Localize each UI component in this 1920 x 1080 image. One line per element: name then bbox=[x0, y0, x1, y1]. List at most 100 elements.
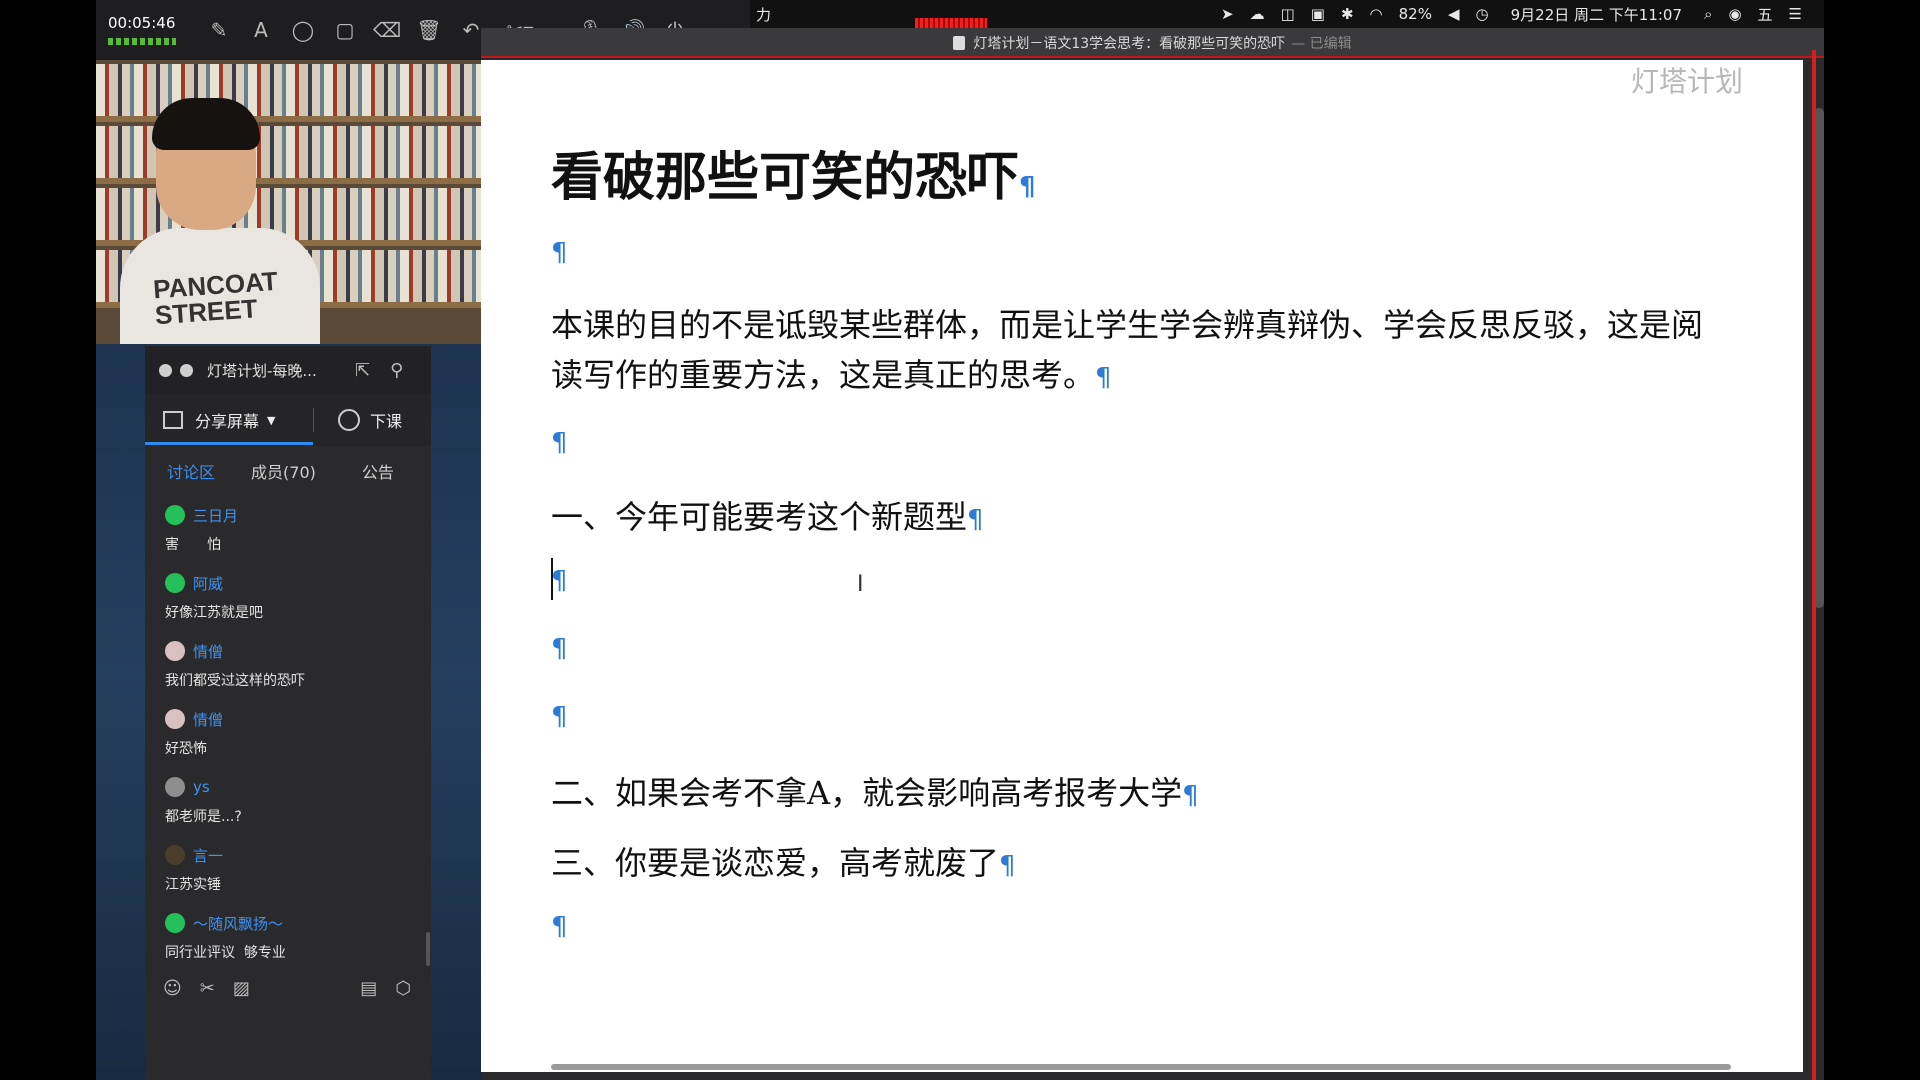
empty-paragraph[interactable]: ¶ bbox=[551, 634, 568, 664]
notification-center-icon[interactable]: ☰ bbox=[1781, 5, 1810, 23]
message-text: 好恐怖 bbox=[165, 741, 207, 757]
intro-text: 本课的目的不是诋毁某些群体，而是让学生学会辨真辩伪、学会反思反驳，这是阅读写作的… bbox=[551, 306, 1704, 394]
share-screen-icon bbox=[163, 411, 183, 429]
bluetooth-icon[interactable]: ✱ bbox=[1333, 5, 1362, 23]
recording-indicator bbox=[915, 18, 987, 28]
document-window: 灯塔计划－语文13学会思考：看破那些可笑的恐吓 — 已编辑 灯塔计划 看破那些可… bbox=[481, 28, 1824, 1080]
emoji-icon[interactable]: ☺ bbox=[163, 978, 182, 999]
user-avatar-icon bbox=[165, 777, 185, 797]
mouse-ibeam-cursor: I bbox=[857, 572, 864, 597]
spotlight-search-icon[interactable]: ⌕ bbox=[1696, 5, 1720, 23]
message-text: 江苏实锤 bbox=[165, 877, 221, 893]
active-action-underline bbox=[145, 442, 313, 445]
location-arrow-icon[interactable]: ➤ bbox=[1213, 5, 1242, 23]
circle-icon[interactable]: ◯ bbox=[282, 0, 324, 60]
share-screen-button[interactable]: 分享屏幕 ▼ bbox=[145, 408, 313, 432]
siri-icon[interactable]: ◉ bbox=[1720, 5, 1749, 23]
chat-message[interactable]: ～随风飘扬～ 同行业评议 够专业 bbox=[165, 912, 415, 962]
window-minimize-dot[interactable] bbox=[180, 363, 193, 377]
trash-icon[interactable]: 🗑 bbox=[408, 0, 450, 60]
screen-icon[interactable]: ▣ bbox=[1303, 5, 1333, 23]
user-avatar-icon bbox=[165, 845, 185, 865]
input-method-icon[interactable]: 五 bbox=[1750, 4, 1781, 25]
wifi-icon[interactable]: ◠ bbox=[1362, 5, 1391, 23]
bookshelf-board bbox=[96, 178, 481, 184]
chat-input-toolbar: ☺ ✂ ▨ ▤ ⬡ bbox=[145, 966, 431, 1010]
rectangle-icon[interactable]: ▢ bbox=[324, 0, 366, 60]
volume-icon[interactable]: ◀ bbox=[1440, 5, 1468, 23]
heading-three-text: 三、你要是谈恋爱，高考就废了 bbox=[551, 844, 1000, 882]
menubar-clock[interactable]: 9月22日 周二 下午11:07 bbox=[1497, 4, 1696, 25]
document-titlebar: 灯塔计划－语文13学会思考：看破那些可笑的恐吓 — 已编辑 bbox=[481, 28, 1824, 58]
empty-paragraph[interactable]: ¶ bbox=[551, 566, 568, 596]
audio-level-meter bbox=[108, 38, 176, 45]
wechat-avatar-icon bbox=[165, 573, 185, 593]
tab-discussion[interactable]: 讨论区 bbox=[145, 459, 215, 483]
chat-message[interactable]: 三日月 害 怕 bbox=[165, 504, 415, 554]
time-machine-icon[interactable]: ◷ bbox=[1468, 5, 1497, 23]
message-user: ～随风飘扬～ bbox=[193, 914, 284, 933]
heading-two[interactable]: 二、如果会考不拿A，就会影响高考报考大学¶ bbox=[551, 768, 1199, 814]
chat-message[interactable]: ys 都老师是...? bbox=[165, 776, 415, 826]
chat-message[interactable]: 情僧 我们都受过这样的恐吓 bbox=[165, 640, 415, 690]
text-icon[interactable]: A bbox=[240, 0, 282, 60]
scissors-icon[interactable]: ✂ bbox=[200, 978, 215, 999]
empty-paragraph[interactable]: ¶ bbox=[551, 238, 568, 268]
message-user: 阿威 bbox=[193, 574, 224, 593]
title-text: 看破那些可笑的恐吓 bbox=[551, 147, 1020, 208]
share-out-icon[interactable]: ⇱ bbox=[355, 360, 370, 381]
message-text: 害 怕 bbox=[165, 537, 221, 553]
horizontal-scrollbar[interactable] bbox=[551, 1064, 1731, 1070]
chat-actions: 分享屏幕 ▼ 下课 bbox=[145, 394, 431, 446]
document-page[interactable]: 灯塔计划 看破那些可笑的恐吓¶ ¶ 本课的目的不是诋毁某些群体，而是让学生学会辨… bbox=[481, 60, 1803, 1072]
app-menu[interactable]: 力 bbox=[750, 4, 786, 25]
tab-notice[interactable]: 公告 bbox=[316, 459, 394, 483]
wechat-avatar-icon bbox=[165, 505, 185, 525]
document-window-title: 灯塔计划－语文13学会思考：看破那些可笑的恐吓 bbox=[973, 36, 1286, 52]
chat-message[interactable]: 阿威 好像江苏就是吧 bbox=[165, 572, 415, 622]
pilcrow-mark: ¶ bbox=[999, 851, 1016, 881]
window-close-dot[interactable] bbox=[159, 363, 172, 377]
document-icon bbox=[953, 36, 966, 50]
elapsed-time: 00:05:46 bbox=[108, 14, 176, 32]
watermark-text: 灯塔计划 bbox=[1630, 65, 1743, 98]
message-user: 三日月 bbox=[193, 506, 239, 525]
heading-one[interactable]: 一、今年可能要考这个新题型¶ bbox=[551, 492, 984, 538]
chat-scrollbar[interactable] bbox=[426, 932, 430, 966]
empty-paragraph[interactable]: ¶ bbox=[551, 702, 568, 732]
tab-members[interactable]: 成员(70) bbox=[215, 459, 316, 483]
pilcrow-mark: ¶ bbox=[551, 912, 568, 942]
bookshelf-row bbox=[96, 64, 481, 116]
empty-paragraph[interactable]: ¶ bbox=[551, 912, 568, 942]
pilcrow-mark: ¶ bbox=[551, 238, 568, 268]
pilcrow-mark: ¶ bbox=[1019, 172, 1036, 202]
end-class-button[interactable]: 下课 bbox=[314, 408, 402, 432]
message-text: 好像江苏就是吧 bbox=[165, 605, 263, 621]
camera-icon[interactable]: ◫ bbox=[1273, 5, 1303, 23]
eraser-icon[interactable]: ⌫ bbox=[366, 0, 408, 60]
chat-message[interactable]: 情僧 好恐怖 bbox=[165, 708, 415, 758]
battery-status[interactable]: 82% bbox=[1391, 5, 1440, 23]
heading-three[interactable]: 三、你要是谈恋爱，高考就废了¶ bbox=[551, 838, 1016, 884]
shirt-print: PANCOAT STREET bbox=[152, 265, 279, 331]
pilcrow-mark: ¶ bbox=[1095, 363, 1112, 393]
chat-bubble-icon[interactable]: ▤ bbox=[360, 978, 377, 999]
document-title[interactable]: 看破那些可笑的恐吓¶ bbox=[551, 135, 1036, 210]
pilcrow-mark: ¶ bbox=[1182, 781, 1199, 811]
empty-paragraph[interactable]: ¶ bbox=[551, 428, 568, 458]
notification-icon[interactable]: ☁ bbox=[1242, 5, 1273, 23]
message-user: 情僧 bbox=[193, 642, 224, 661]
image-icon[interactable]: ▨ bbox=[233, 978, 250, 999]
system-menubar: 力 ➤ ☁ ◫ ▣ ✱ ◠ 82% ◀ ◷ 9月22日 周二 下午11:07 ⌕… bbox=[750, 0, 1824, 28]
intro-paragraph[interactable]: 本课的目的不是诋毁某些群体，而是让学生学会辨真辩伪、学会反思反驳，这是阅读写作的… bbox=[551, 300, 1731, 403]
chat-message[interactable]: 言一 江苏实锤 bbox=[165, 844, 415, 894]
settings-hex-icon[interactable]: ⬡ bbox=[395, 978, 411, 999]
caret-down-icon: ▼ bbox=[267, 413, 276, 427]
message-user: 言一 bbox=[193, 846, 224, 865]
text-cursor bbox=[551, 558, 553, 600]
pen-icon[interactable]: ✎ bbox=[198, 0, 240, 60]
edited-status[interactable]: — 已编辑 bbox=[1291, 33, 1351, 53]
bookshelf-row bbox=[96, 188, 481, 240]
pin-icon[interactable]: ⚲ bbox=[390, 360, 403, 381]
clock-icon bbox=[338, 409, 360, 431]
